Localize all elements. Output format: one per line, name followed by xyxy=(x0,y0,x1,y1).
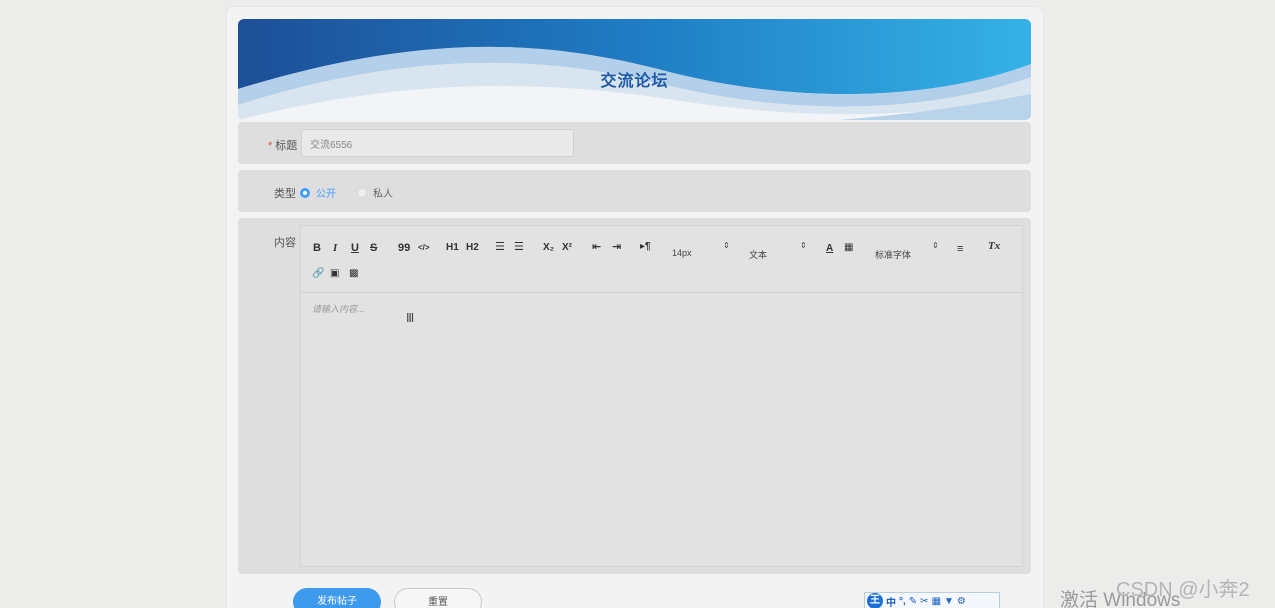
content-label: 内容 xyxy=(274,237,296,249)
ime-skin-icon[interactable]: ▼ xyxy=(944,596,954,607)
header2-button[interactable]: H2 xyxy=(466,242,479,254)
indent-icon[interactable]: ⇥ xyxy=(612,241,621,253)
radio-private[interactable]: 私人 xyxy=(357,185,393,200)
radio-checked-icon xyxy=(300,187,310,198)
title-input[interactable] xyxy=(301,129,574,157)
submit-post-button[interactable]: 发布帖子 xyxy=(293,588,381,608)
underline-button[interactable]: U xyxy=(351,242,359,254)
ime-settings-icon[interactable]: ⚙ xyxy=(957,596,966,607)
title-label-text: 标题 xyxy=(275,140,298,152)
align-icon[interactable]: ≡ xyxy=(957,243,963,255)
background-color-icon[interactable]: ▦ xyxy=(844,242,853,254)
code-block-button[interactable]: </> xyxy=(418,242,430,254)
clean-format-button[interactable]: Tx xyxy=(988,240,1000,252)
rich-text-editor: B I U S 99 </> H1 H2 ☰ ☰ X₂ X² ⇤ ⇥ ▸¶ 14… xyxy=(300,225,1023,567)
text-cursor-icon: Ⅲ xyxy=(406,311,415,325)
header-banner: 交流论坛 xyxy=(238,19,1031,120)
header1-button[interactable]: H1 xyxy=(446,242,459,254)
ime-mode[interactable]: 中 xyxy=(886,594,896,608)
text-direction-icon[interactable]: ▸¶ xyxy=(640,241,651,253)
font-select-arrow-icon: ⇕ xyxy=(932,241,939,250)
ime-logo-icon[interactable]: 王 xyxy=(867,593,883,608)
video-icon[interactable]: ▩ xyxy=(349,268,358,280)
bold-button[interactable]: B xyxy=(313,242,321,254)
ordered-list-icon[interactable]: ☰ xyxy=(495,241,505,253)
outdent-icon[interactable]: ⇤ xyxy=(592,241,601,253)
reset-button[interactable]: 重置 xyxy=(394,588,482,608)
size-select-arrow-icon: ⇕ xyxy=(723,241,730,250)
ime-scissors-icon[interactable]: ✂ xyxy=(920,596,928,607)
required-mark: * xyxy=(268,140,273,152)
bullet-list-icon[interactable]: ☰ xyxy=(514,241,524,253)
radio-public-label: 公开 xyxy=(316,189,336,200)
italic-button[interactable]: I xyxy=(333,242,337,254)
size-select[interactable]: 14px xyxy=(672,248,692,258)
radio-unchecked-icon xyxy=(357,187,367,198)
type-label: 类型 xyxy=(274,188,296,200)
blockquote-button[interactable]: 99 xyxy=(398,242,410,254)
ime-keyboard-icon[interactable]: ▦ xyxy=(932,596,941,607)
link-icon[interactable]: 🔗 xyxy=(312,268,324,280)
ime-toolbar[interactable]: 王 中 °, ✎ ✂ ▦ ▼ ⚙ xyxy=(864,592,1000,608)
csdn-watermark: CSDN @小奔2 xyxy=(1116,579,1250,601)
editor-placeholder[interactable]: 请输入内容... xyxy=(312,302,365,315)
ime-punct-icon[interactable]: °, xyxy=(899,596,906,607)
font-color-button[interactable]: A xyxy=(826,243,833,255)
subscript-button[interactable]: X₂ xyxy=(543,242,554,254)
image-icon[interactable]: ▣ xyxy=(330,268,339,280)
superscript-button[interactable]: X² xyxy=(562,242,572,254)
title-label: * 标题 xyxy=(268,137,297,153)
editor-toolbar: B I U S 99 </> H1 H2 ☰ ☰ X₂ X² ⇤ ⇥ ▸¶ 14… xyxy=(301,226,1022,293)
header-select[interactable]: 文本 xyxy=(749,248,767,261)
page-title: 交流论坛 xyxy=(600,73,669,90)
radio-private-label: 私人 xyxy=(373,189,393,200)
radio-public[interactable]: 公开 xyxy=(300,185,336,200)
header-select-arrow-icon: ⇕ xyxy=(800,241,807,250)
ime-pen-icon[interactable]: ✎ xyxy=(909,596,917,607)
font-select[interactable]: 标准字体 xyxy=(875,248,911,261)
strike-button[interactable]: S xyxy=(370,242,377,254)
